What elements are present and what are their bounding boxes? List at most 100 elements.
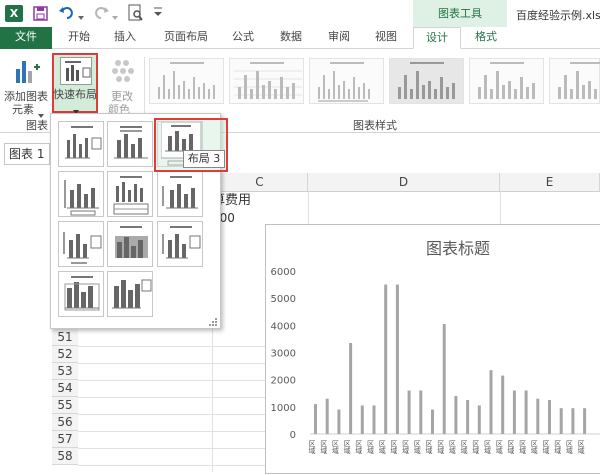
redo-dropdown-icon[interactable] <box>112 10 118 20</box>
x-tick-label: 区域 <box>530 440 538 454</box>
row-header[interactable]: 53 <box>52 363 78 380</box>
chart-style-thumbnail[interactable] <box>229 58 304 104</box>
chart-style-thumbnail[interactable] <box>549 58 600 104</box>
quick-layout-button[interactable]: 快速布局 <box>52 53 98 114</box>
change-colors-label-1: 更改 <box>111 90 133 103</box>
x-tick-label: 区域 <box>472 440 480 454</box>
chart-object[interactable]: 图表标题 0 1000 2000 3000 4000 5000 6000 区域 区域 区域 区域 区域… <box>265 224 600 474</box>
chart-bar[interactable] <box>501 375 505 434</box>
row-header[interactable]: 58 <box>52 448 78 465</box>
add-chart-element-button[interactable]: 添加图表 元素 <box>2 55 50 119</box>
x-tick-label: 区域 <box>484 440 492 454</box>
tab-design[interactable]: 设计 <box>413 27 461 49</box>
chart-bar[interactable] <box>583 408 587 434</box>
layout-tooltip-text: 布局 3 <box>187 152 221 165</box>
tab-format[interactable]: 格式 <box>465 27 507 49</box>
cell-text[interactable]: 算费用 <box>212 192 302 210</box>
gridline <box>78 380 268 381</box>
layout-2-option[interactable] <box>107 121 153 167</box>
layout-11-option[interactable] <box>107 271 153 317</box>
x-tick-label: 区域 <box>507 440 515 454</box>
row-header[interactable]: 54 <box>52 380 78 397</box>
x-tick-label: 区域 <box>413 440 421 454</box>
y-tick-label: 0 <box>290 430 296 441</box>
chart-bar[interactable] <box>571 408 575 434</box>
chart-bar[interactable] <box>337 409 341 434</box>
layout-8-option[interactable] <box>107 221 153 267</box>
tab-insert[interactable]: 插入 <box>104 27 146 49</box>
quick-layout-label: 快速布局 <box>53 88 97 101</box>
layout-5-option[interactable] <box>107 171 153 217</box>
tab-home[interactable]: 开始 <box>58 27 100 49</box>
chart-bar[interactable] <box>489 370 493 434</box>
row-header[interactable]: 52 <box>52 346 78 363</box>
chart-bar[interactable] <box>419 390 423 434</box>
undo-icon[interactable] <box>58 4 76 22</box>
chart-bar[interactable] <box>372 405 376 434</box>
layout-9-option[interactable] <box>157 221 203 267</box>
tab-data[interactable]: 数据 <box>270 27 312 49</box>
column-header-e[interactable]: E <box>500 173 600 192</box>
chart-bar[interactable] <box>536 398 540 434</box>
tab-file[interactable]: 文件 <box>0 27 52 49</box>
chart-bar[interactable] <box>360 405 364 434</box>
chart-bar[interactable] <box>454 395 458 434</box>
tab-view[interactable]: 视图 <box>365 27 407 49</box>
chart-bar[interactable] <box>442 323 446 434</box>
context-group-label: 图表工具 <box>413 0 507 27</box>
chart-bar[interactable] <box>466 400 470 434</box>
chevron-down-icon <box>38 108 44 118</box>
layout-4-option[interactable] <box>58 171 104 217</box>
layout-7-option[interactable] <box>58 221 104 267</box>
row-header[interactable]: 57 <box>52 431 78 448</box>
chart-bar[interactable] <box>512 390 516 434</box>
layout-10-option[interactable] <box>58 271 104 317</box>
change-colors-button[interactable]: 更改 颜色 <box>102 55 142 119</box>
customize-toolbar-icon[interactable] <box>153 6 163 18</box>
chart-bar[interactable] <box>559 408 563 434</box>
chart-style-thumbnail[interactable] <box>309 58 384 104</box>
chart-bar[interactable] <box>477 405 481 434</box>
layout-1-option[interactable] <box>58 121 104 167</box>
tab-formulas[interactable]: 公式 <box>222 27 264 49</box>
row-header[interactable]: 55 <box>52 397 78 414</box>
chart-bar[interactable] <box>407 390 411 434</box>
x-tick-label: 区域 <box>437 440 445 454</box>
tab-review[interactable]: 审阅 <box>318 27 360 49</box>
chart-bar[interactable] <box>524 390 528 434</box>
chart-bar[interactable] <box>431 409 434 434</box>
x-tick-label: 区域 <box>390 440 398 454</box>
tab-page-layout[interactable]: 页面布局 <box>155 27 217 49</box>
redo-icon[interactable] <box>92 4 110 22</box>
chart-style-thumbnail[interactable] <box>149 58 224 104</box>
x-tick-label: 区域 <box>402 440 410 454</box>
chart-bar[interactable] <box>314 404 317 434</box>
chart-bar[interactable] <box>349 342 353 434</box>
column-header-d[interactable]: D <box>308 173 500 192</box>
row-header[interactable]: 56 <box>52 414 78 431</box>
layout-tooltip: 布局 3 <box>183 150 225 168</box>
chart-bar[interactable] <box>325 398 329 434</box>
save-icon[interactable] <box>33 6 48 21</box>
x-tick-label: 区域 <box>542 440 550 454</box>
chart-bar[interactable] <box>384 284 388 434</box>
chart-style-thumbnail[interactable] <box>389 58 464 104</box>
layout-6-option[interactable] <box>157 171 203 217</box>
x-tick-label: 区域 <box>554 440 562 454</box>
x-tick-label: 区域 <box>495 440 503 454</box>
chart-bar[interactable] <box>395 284 399 434</box>
name-box[interactable]: 图表 1 <box>4 143 50 165</box>
y-tick-label: 2000 <box>271 376 296 387</box>
ribbon-separator <box>144 57 145 119</box>
undo-dropdown-icon[interactable] <box>78 10 84 20</box>
row-header[interactable]: 51 <box>52 329 78 346</box>
x-tick-label: 区域 <box>460 440 468 454</box>
chart-bar[interactable] <box>548 400 551 434</box>
group-label-chart-styles: 图表样式 <box>353 119 397 132</box>
x-tick-label: 区域 <box>378 440 386 454</box>
column-header-c[interactable]: C <box>212 173 308 192</box>
print-preview-icon[interactable] <box>128 4 144 22</box>
chart-style-thumbnail[interactable] <box>469 58 544 104</box>
resize-grip-icon[interactable] <box>209 317 218 326</box>
title-bar: X 图表工具 百度经验示例.xls <box>0 0 600 27</box>
